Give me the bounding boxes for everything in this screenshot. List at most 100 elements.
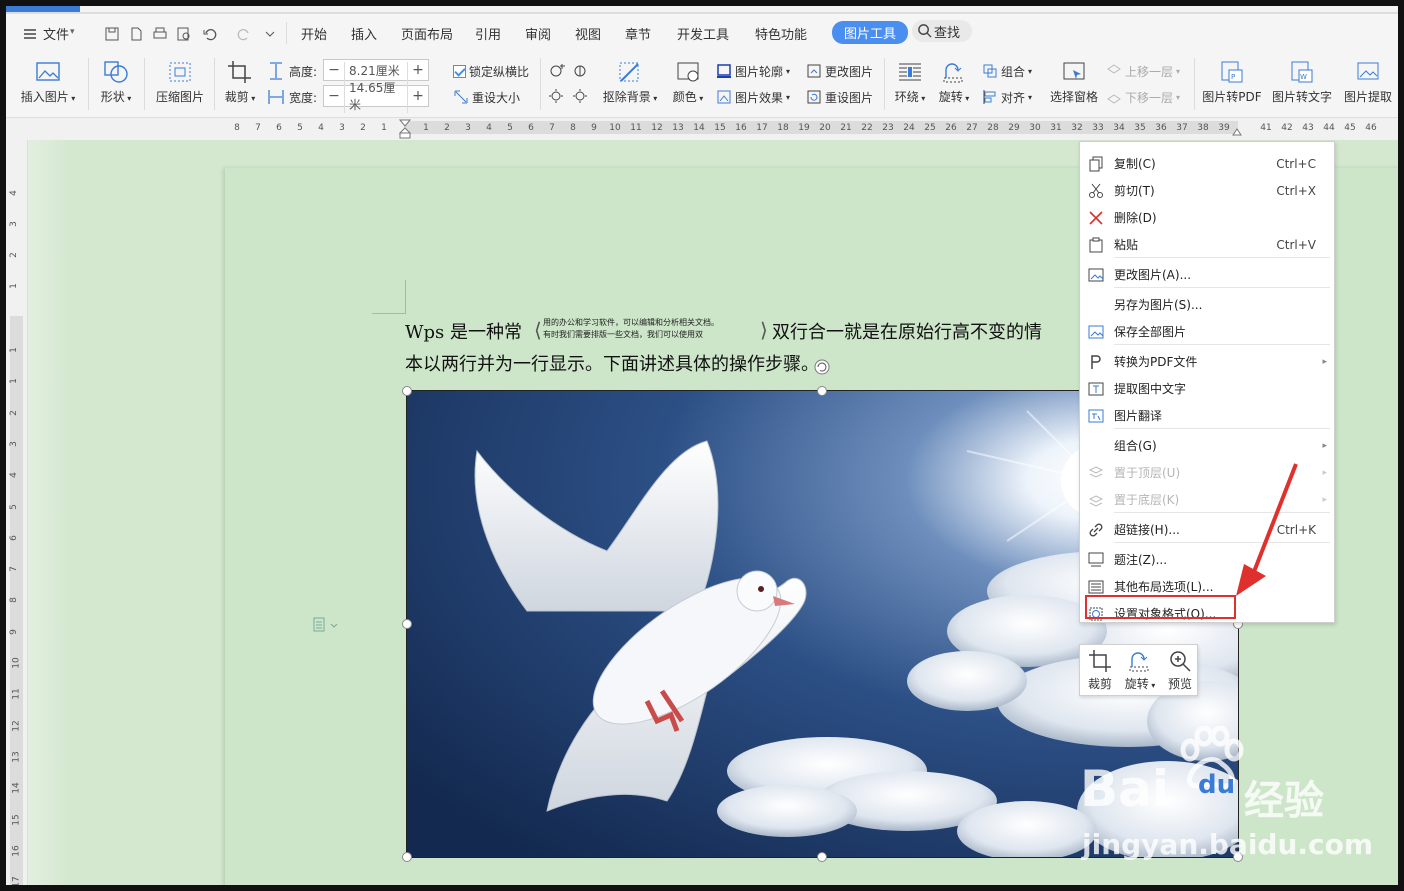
width-value[interactable]: 14.65厘米 [344,79,408,113]
rotate-handle-icon[interactable] [813,358,831,376]
remove-background-button[interactable]: 抠除背景 ▾ [600,54,660,114]
send-backward-button[interactable]: 下移一层 ▾ [1106,87,1180,107]
rotate-button[interactable]: 旋转 ▾ [934,54,974,114]
file-menu[interactable]: 文件 [43,24,69,43]
vertical-ruler[interactable]: 43211123456789101112131415161718 [6,140,28,885]
ruler-number: 1 [423,123,429,133]
crop-button[interactable]: 裁剪 ▾ [220,54,260,114]
tab-insert[interactable]: 插入 [351,24,377,43]
tab-developer[interactable]: 开发工具 [677,24,729,43]
paragraph-layout-icon[interactable] [313,617,343,633]
height-field[interactable]: − 8.21厘米 + [323,59,429,81]
print-icon[interactable] [152,26,168,42]
customize-quickbar-icon[interactable] [262,26,278,42]
picture-effects-button[interactable]: 图片效果 ▾ [716,87,790,107]
shape-label: 形状 [100,90,125,104]
context-menu-item-extract-text[interactable]: 提取图中文字 [1080,375,1334,402]
file-menu-arrow-icon[interactable]: ▾ [70,27,75,37]
ruler-number: 31 [1050,123,1062,133]
picture-tools-ribbon: 插入图片 ▾ 形状 ▾ 压缩图片 裁剪 ▾ 高度: − 8.21厘米 + 宽度:… [6,52,1398,118]
context-menu-item-group[interactable]: 组合(G) ▸ [1080,432,1334,459]
horizontal-ruler[interactable]: 8 7 6 5 4 3 2 1 1 2 3 4 5 6 7 8 9 10 11 12 13 14 15 16 17 18 19 20 2… [6,118,1398,140]
brightness-down-icon[interactable] [548,88,566,104]
picture-to-text-button[interactable]: W 图片转文字 [1270,54,1334,114]
resize-handle-left[interactable] [402,619,412,629]
paragraph-line-1-start[interactable]: Wps 是一种常 [405,318,522,344]
reset-picture-button[interactable]: 重设图片 [806,87,873,107]
resize-handle-top-left[interactable] [402,386,412,396]
bring-forward-button[interactable]: 上移一层 ▾ [1106,61,1180,81]
picture-outline-button[interactable]: 图片轮廓 ▾ [716,61,790,81]
context-menu-item-cut[interactable]: 剪切(T) Ctrl+X [1080,177,1334,204]
brightness-up-icon[interactable] [548,62,566,78]
two-lines-in-one-top[interactable]: 用的办公和学习软件，可以编辑和分析相关文档。 [543,318,719,328]
selection-pane-icon [1063,62,1085,80]
width-field[interactable]: − 14.65厘米 + [323,79,429,113]
compress-picture-button[interactable]: 压缩图片 [152,54,208,114]
group-button[interactable]: 组合 ▾ [982,61,1032,81]
color-button[interactable]: 颜色 ▾ [668,54,708,114]
insert-picture-button[interactable]: 插入图片 ▾ [16,54,80,114]
menu-bar: 文件 ▾ 开始 插入 页面布局 引用 审阅 视图 章节 开发工具 特色功能 图片… [6,14,1398,52]
change-picture-icon [807,64,821,78]
tab-references[interactable]: 引用 [475,24,501,43]
contrast-down-icon[interactable] [572,88,590,104]
align-button[interactable]: 对齐 ▾ [982,87,1032,107]
picture-to-pdf-button[interactable]: P 图片转PDF [1200,54,1264,114]
context-menu-item-save-all-pictures[interactable]: 保存全部图片 [1080,318,1334,345]
tab-review[interactable]: 审阅 [525,24,551,43]
float-crop-button[interactable]: 裁剪 [1082,647,1118,692]
tab-chapter[interactable]: 章节 [625,24,651,43]
export-icon[interactable] [128,26,144,42]
ruler-number: 15 [714,123,726,133]
two-lines-in-one-bottom[interactable]: 有时我们需要排版一些文档，我们可以使用双 [543,330,703,340]
change-picture-button[interactable]: 更改图片 [806,61,873,81]
context-menu-item-convert-to-pdf[interactable]: 转换为PDF文件 ▸ [1080,348,1334,375]
undo-icon[interactable] [202,26,218,42]
float-rotate-button[interactable]: 旋转 ▾ [1120,647,1160,692]
resize-handle-bottom[interactable] [817,852,827,862]
submenu-arrow-icon: ▸ [1322,494,1327,505]
right-indent-marker-icon[interactable] [1232,126,1242,136]
menu-icon[interactable] [22,26,38,42]
indent-marker-icon[interactable] [399,119,411,139]
tab-page-layout[interactable]: 页面布局 [401,24,453,43]
height-increase-button[interactable]: + [408,62,428,78]
tab-special[interactable]: 特色功能 [755,24,807,43]
context-menu-item-picture-translate[interactable]: 图片翻译 [1080,402,1334,429]
ruler-number: 13 [672,123,684,133]
height-decrease-button[interactable]: − [324,62,344,78]
context-menu-item-paste[interactable]: 粘贴 Ctrl+V [1080,231,1334,258]
redo-icon[interactable] [236,26,252,42]
reset-size-button[interactable]: 重设大小 [453,87,520,107]
print-preview-icon[interactable] [176,26,192,42]
paragraph-line-1-end[interactable]: 双行合一就是在原始行高不变的情 [772,318,1042,344]
ruler-number: 2 [360,123,366,133]
height-value[interactable]: 8.21厘米 [344,61,408,79]
search-box[interactable]: 查找 [912,20,972,42]
paragraph-line-2[interactable]: 本以两行并为一行显示。下面讲述具体的操作步骤。 [405,350,819,376]
selection-pane-button[interactable]: 选择窗格 [1046,54,1102,114]
resize-handle-bottom-left[interactable] [402,852,412,862]
tab-view[interactable]: 视图 [575,24,601,43]
tab-picture-tools[interactable]: 图片工具 [832,21,909,44]
picture-extract-button[interactable]: 图片提取 [1340,54,1396,114]
context-menu-item-delete[interactable]: 删除(D) [1080,204,1334,231]
resize-handle-top[interactable] [817,386,827,396]
float-preview-button[interactable]: 预览 [1162,647,1198,692]
selection-pane-label: 选择窗格 [1049,90,1098,104]
context-menu-item-change-picture[interactable]: 更改图片(A)... [1080,261,1334,288]
ruler-number: 8 [234,123,240,133]
lock-ratio-checkbox[interactable]: 锁定纵横比 [453,61,529,81]
context-menu-item-copy[interactable]: 复制(C) Ctrl+C [1080,150,1334,177]
shape-button[interactable]: 形状 ▾ [94,54,138,114]
wrap-button[interactable]: 环绕 ▾ [890,54,930,114]
width-decrease-button[interactable]: − [324,88,344,104]
tab-home[interactable]: 开始 [301,24,327,43]
save-icon[interactable] [104,26,120,42]
active-document-tab[interactable] [6,6,80,12]
context-menu-item-save-as-picture[interactable]: 另存为图片(S)... [1080,291,1334,318]
ruler-number: 34 [1113,123,1125,133]
contrast-up-icon[interactable] [572,62,590,78]
width-increase-button[interactable]: + [408,88,428,104]
